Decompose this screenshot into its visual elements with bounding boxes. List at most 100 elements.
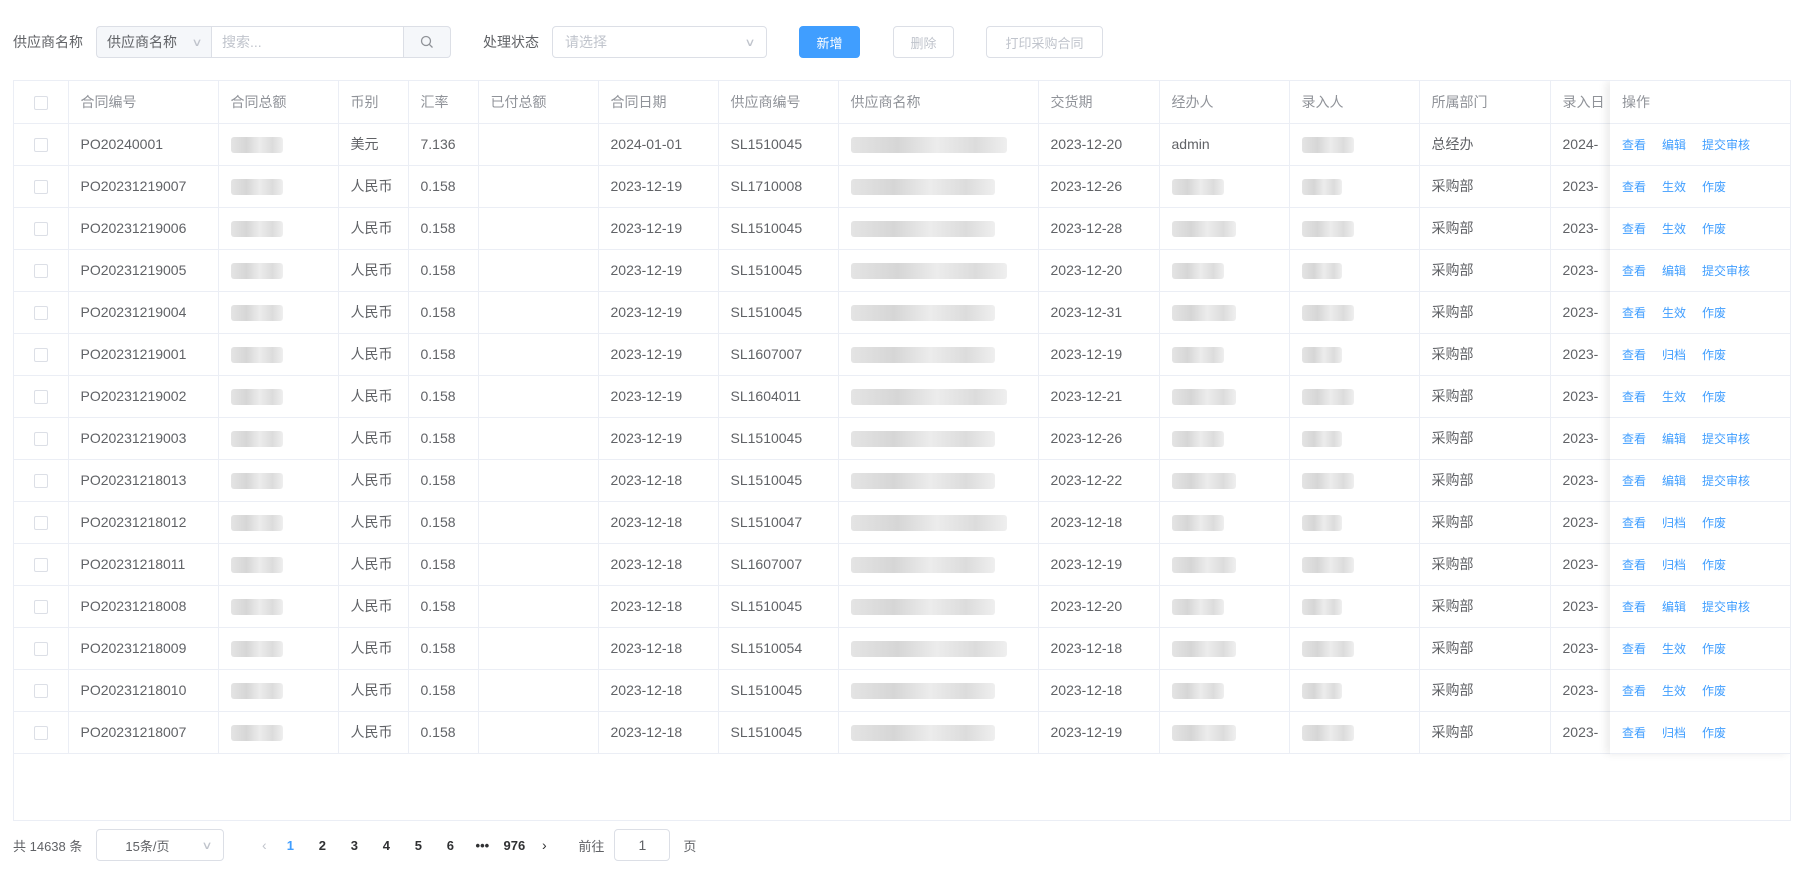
row-action-link[interactable]: 生效 — [1662, 642, 1686, 656]
row-action-link[interactable]: 作废 — [1702, 306, 1726, 320]
row-action-link[interactable]: 查看 — [1622, 642, 1646, 656]
row-checkbox[interactable] — [33, 516, 48, 531]
table-row[interactable]: PO20231219003 人民币 0.158 2023-12-19 SL151… — [14, 417, 1790, 460]
row-action-link[interactable]: 提交审核 — [1702, 600, 1750, 614]
row-checkbox[interactable] — [33, 684, 48, 699]
row-action-link[interactable]: 查看 — [1622, 138, 1646, 152]
search-input[interactable] — [211, 26, 404, 58]
row-action-link[interactable]: 作废 — [1702, 642, 1726, 656]
row-action-link[interactable]: 归档 — [1662, 516, 1686, 530]
row-checkbox[interactable] — [33, 726, 48, 741]
table-row[interactable]: PO20231219006 人民币 0.158 2023-12-19 SL151… — [14, 207, 1790, 250]
row-action-link[interactable]: 作废 — [1702, 726, 1726, 740]
row-checkbox[interactable] — [33, 600, 48, 615]
row-action-link[interactable]: 提交审核 — [1702, 138, 1750, 152]
table-row[interactable]: PO20231219005 人民币 0.158 2023-12-19 SL151… — [14, 249, 1790, 292]
table-row[interactable]: PO20231218008 人民币 0.158 2023-12-18 SL151… — [14, 585, 1790, 628]
row-action-link[interactable]: 编辑 — [1662, 432, 1686, 446]
row-action-link[interactable]: 编辑 — [1662, 600, 1686, 614]
row-action-link[interactable]: 归档 — [1662, 348, 1686, 362]
page-number[interactable]: 2 — [306, 838, 338, 853]
table-row[interactable]: PO20231219001 人民币 0.158 2023-12-19 SL160… — [14, 333, 1790, 376]
row-action-link[interactable]: 作废 — [1702, 390, 1726, 404]
row-checkbox[interactable] — [33, 642, 48, 657]
row-action-link[interactable]: 查看 — [1622, 180, 1646, 194]
row-action-link[interactable]: 作废 — [1702, 516, 1726, 530]
row-action-link[interactable]: 查看 — [1622, 600, 1646, 614]
table-row[interactable]: PO20240001 美元 7.136 2024-01-01 SL1510045… — [14, 123, 1790, 166]
row-action-link[interactable]: 作废 — [1702, 558, 1726, 572]
row-action-link[interactable]: 查看 — [1622, 264, 1646, 278]
row-action-link[interactable]: 编辑 — [1662, 474, 1686, 488]
row-action-link[interactable]: 查看 — [1622, 558, 1646, 572]
cell-supplier-name — [838, 627, 1039, 670]
row-action-link[interactable]: 作废 — [1702, 684, 1726, 698]
cell-date: 2023-12-19 — [598, 417, 719, 460]
row-action-link[interactable]: 查看 — [1622, 474, 1646, 488]
goto-page-input[interactable] — [614, 829, 671, 861]
row-action-link[interactable]: 作废 — [1702, 222, 1726, 236]
row-action-link[interactable]: 作废 — [1702, 180, 1726, 194]
row-action-link[interactable]: 编辑 — [1662, 138, 1686, 152]
row-action-link[interactable]: 查看 — [1622, 516, 1646, 530]
table-row[interactable]: PO20231218012 人民币 0.158 2023-12-18 SL151… — [14, 501, 1790, 544]
table-row[interactable]: PO20231219004 人民币 0.158 2023-12-19 SL151… — [14, 291, 1790, 334]
row-action-link[interactable]: 归档 — [1662, 558, 1686, 572]
row-checkbox[interactable] — [33, 264, 48, 279]
page-size-select[interactable]: 15条/页 ∨ — [96, 829, 225, 861]
table-row[interactable]: PO20231219002 人民币 0.158 2023-12-19 SL160… — [14, 375, 1790, 418]
table-row[interactable]: PO20231218007 人民币 0.158 2023-12-18 SL151… — [14, 711, 1790, 754]
row-checkbox[interactable] — [33, 180, 48, 195]
row-checkbox[interactable] — [33, 348, 48, 363]
table-row[interactable]: PO20231218013 人民币 0.158 2023-12-18 SL151… — [14, 459, 1790, 502]
row-action-link[interactable]: 归档 — [1662, 726, 1686, 740]
row-action-link[interactable]: 查看 — [1622, 222, 1646, 236]
table-row[interactable]: PO20231218010 人民币 0.158 2023-12-18 SL151… — [14, 669, 1790, 712]
row-action-link[interactable]: 查看 — [1622, 432, 1646, 446]
row-checkbox[interactable] — [33, 390, 48, 405]
page-number[interactable]: 976 — [498, 838, 530, 853]
delete-button[interactable]: 删除 — [893, 26, 954, 58]
row-action-link[interactable]: 编辑 — [1662, 264, 1686, 278]
row-checkbox[interactable] — [33, 432, 48, 447]
page-ellipsis[interactable]: ••• — [466, 838, 498, 853]
row-action-link[interactable]: 生效 — [1662, 180, 1686, 194]
row-action-link[interactable]: 提交审核 — [1702, 264, 1750, 278]
page-number[interactable]: 6 — [434, 838, 466, 853]
row-checkbox[interactable] — [33, 306, 48, 321]
row-action-link[interactable]: 生效 — [1662, 306, 1686, 320]
page-number[interactable]: 4 — [370, 838, 402, 853]
table-row[interactable]: PO20231218011 人民币 0.158 2023-12-18 SL160… — [14, 543, 1790, 586]
row-action-link[interactable]: 生效 — [1662, 684, 1686, 698]
table-row[interactable]: PO20231219007 人民币 0.158 2023-12-19 SL171… — [14, 165, 1790, 208]
row-checkbox[interactable] — [33, 138, 48, 153]
status-select[interactable]: 请选择 ∨ — [552, 26, 767, 58]
row-action-link[interactable]: 查看 — [1622, 306, 1646, 320]
row-action-link[interactable]: 提交审核 — [1702, 432, 1750, 446]
select-all-checkbox[interactable] — [33, 95, 48, 110]
cell-rate: 0.158 — [408, 543, 479, 586]
search-button[interactable] — [404, 26, 451, 58]
row-action-link[interactable]: 生效 — [1662, 390, 1686, 404]
cell-delivery: 2023-12-20 — [1038, 123, 1160, 166]
row-action-link[interactable]: 查看 — [1622, 348, 1646, 362]
page-number[interactable]: 3 — [338, 838, 370, 853]
page-number[interactable]: 5 — [402, 838, 434, 853]
row-action-link[interactable]: 查看 — [1622, 390, 1646, 404]
row-action-link[interactable]: 生效 — [1662, 222, 1686, 236]
add-button[interactable]: 新增 — [799, 26, 860, 58]
row-checkbox[interactable] — [33, 222, 48, 237]
prev-page-button[interactable]: ‹ — [254, 837, 274, 853]
next-page-button[interactable]: › — [534, 837, 554, 853]
page-number[interactable]: 1 — [274, 838, 306, 853]
table-row[interactable]: PO20231218009 人民币 0.158 2023-12-18 SL151… — [14, 627, 1790, 670]
supplier-field-select[interactable]: 供应商名称 ∨ — [96, 26, 211, 58]
row-action-link[interactable]: 查看 — [1622, 684, 1646, 698]
row-action-link[interactable]: 查看 — [1622, 726, 1646, 740]
row-checkbox[interactable] — [33, 474, 48, 489]
cell-ops: 查看 归档 作废 — [1610, 333, 1790, 376]
row-action-link[interactable]: 作废 — [1702, 348, 1726, 362]
row-checkbox[interactable] — [33, 558, 48, 573]
row-action-link[interactable]: 提交审核 — [1702, 474, 1750, 488]
print-contract-button[interactable]: 打印采购合同 — [986, 26, 1103, 58]
